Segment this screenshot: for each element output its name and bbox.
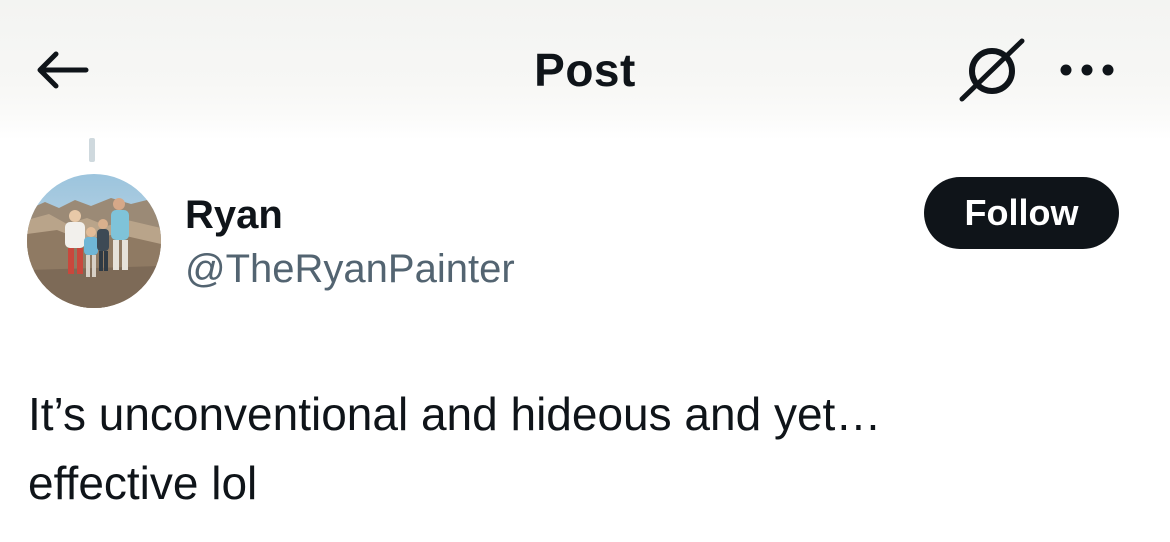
author-display-name[interactable]: Ryan	[185, 190, 283, 240]
avatar[interactable]	[27, 174, 161, 308]
thread-connector-line	[89, 138, 95, 162]
more-horizontal-icon	[1060, 64, 1114, 76]
grok-icon	[959, 38, 1025, 102]
post-detail-screen: Post Ryan @TheRyanPainter Follow It’s un…	[0, 0, 1170, 542]
post-text-line: effective lol	[28, 457, 258, 509]
post-body-text: It’s unconventional and hideous and yet……	[28, 380, 1138, 518]
family-photo-avatar	[27, 174, 161, 308]
author-handle[interactable]: @TheRyanPainter	[185, 244, 515, 294]
follow-button[interactable]: Follow	[924, 177, 1119, 249]
top-nav-bar: Post	[0, 0, 1170, 140]
post-text-line: It’s unconventional and hideous and yet…	[28, 388, 882, 440]
more-options-button[interactable]	[1052, 48, 1122, 92]
grok-button[interactable]	[952, 36, 1032, 104]
